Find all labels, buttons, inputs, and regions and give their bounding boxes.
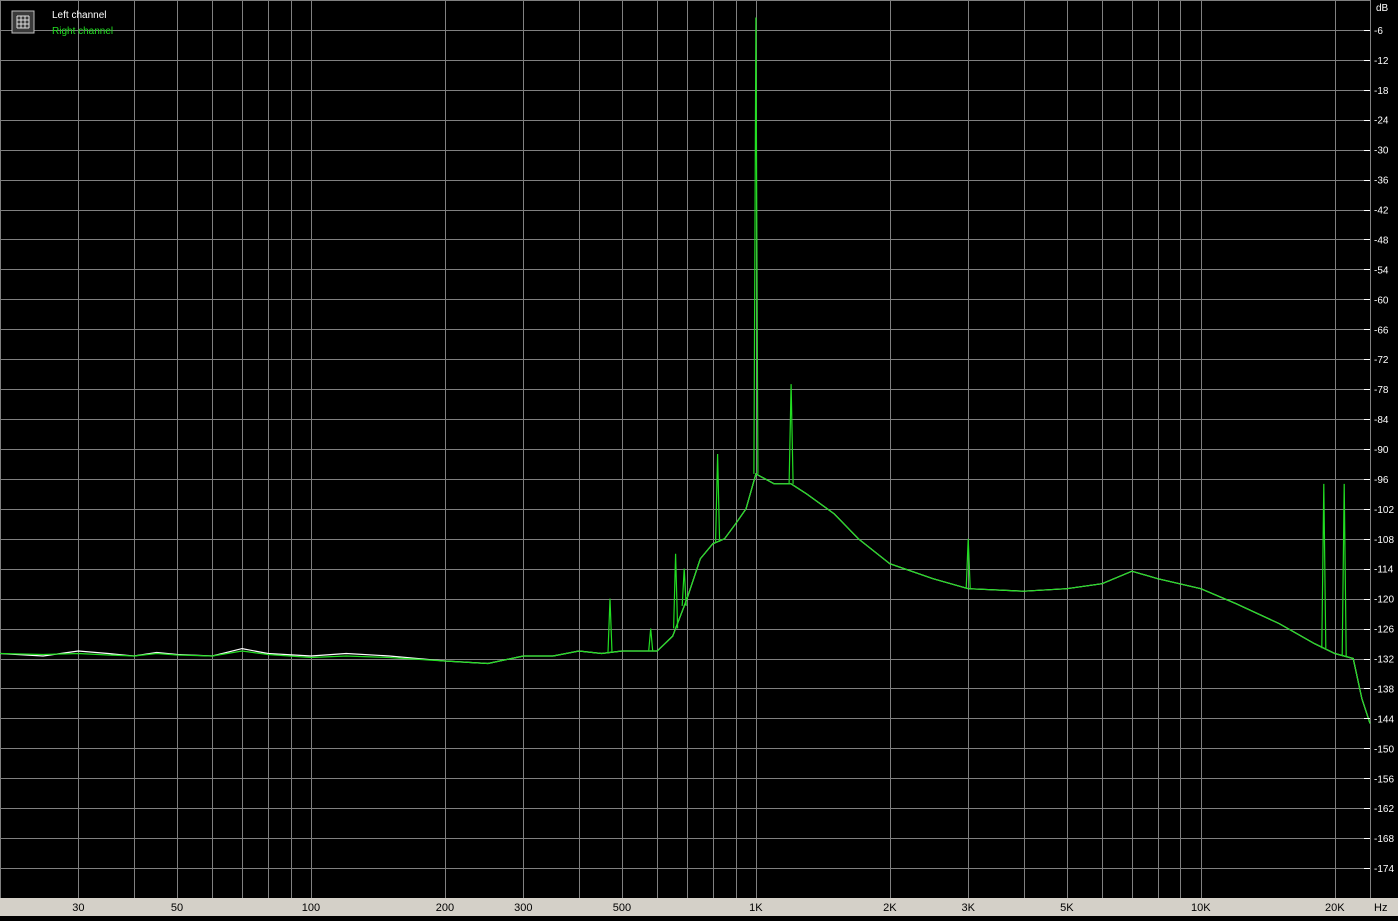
y-tick-label: -138 — [1374, 684, 1394, 695]
y-tick-label: -156 — [1374, 774, 1394, 785]
y-tick-label: -12 — [1374, 56, 1389, 67]
y-tick-label: -90 — [1374, 445, 1389, 456]
x-axis-strip — [0, 898, 1398, 916]
y-tick-label: -6 — [1374, 26, 1383, 37]
x-tick-label: 1K — [749, 902, 763, 914]
x-tick-label: 20K — [1325, 902, 1345, 914]
y-tick-label: -126 — [1374, 625, 1394, 636]
legend-left-channel-label: Left channel — [52, 10, 107, 21]
grid-icon[interactable] — [11, 10, 35, 34]
y-tick-label: -78 — [1374, 385, 1389, 396]
x-tick-label: 3K — [961, 902, 975, 914]
y-tick-label: -72 — [1374, 355, 1389, 366]
y-tick-label: -54 — [1374, 265, 1389, 276]
y-tick-label: -18 — [1374, 86, 1389, 97]
x-tick-label: 300 — [514, 902, 532, 914]
x-tick-label: 200 — [436, 902, 454, 914]
y-unit-label: dB — [1376, 3, 1389, 14]
x-tick-label: 100 — [302, 902, 320, 914]
y-tick-label: -66 — [1374, 325, 1389, 336]
x-tick-label: 10K — [1191, 902, 1211, 914]
y-tick-label: -102 — [1374, 505, 1394, 516]
spectrum-chart: -6 -12 -18 -24 -30 -36 -42 -48 -54 -60 -66 -72 -78 -8… — [0, 0, 1398, 916]
y-tick-label: -120 — [1374, 595, 1394, 606]
y-tick-label: -150 — [1374, 744, 1394, 755]
y-tick-label: -84 — [1374, 415, 1389, 426]
y-tick-label: -60 — [1374, 295, 1389, 306]
x-tick-label: 50 — [171, 902, 183, 914]
x-tick-label: 2K — [883, 902, 897, 914]
y-tick-label: -114 — [1374, 565, 1394, 576]
y-tick-label: -162 — [1374, 804, 1394, 815]
y-tick-label: -36 — [1374, 176, 1389, 187]
y-tick-label: -42 — [1374, 206, 1389, 217]
x-tick-label: 5K — [1060, 902, 1074, 914]
spectrum-analyzer-window: -6 -12 -18 -24 -30 -36 -42 -48 -54 -60 -66 -72 -78 -8… — [0, 0, 1398, 916]
legend-right-channel-label: Right channel — [52, 26, 113, 37]
y-tick-label: -168 — [1374, 834, 1394, 845]
y-tick-label: -132 — [1374, 655, 1394, 666]
y-tick-label: -108 — [1374, 535, 1394, 546]
y-tick-label: -96 — [1374, 475, 1389, 486]
x-tick-label: 500 — [613, 902, 631, 914]
y-tick-label: -48 — [1374, 235, 1389, 246]
y-tick-label: -30 — [1374, 146, 1389, 157]
y-tick-label: -174 — [1374, 864, 1394, 875]
y-tick-label: -144 — [1374, 714, 1394, 725]
x-tick-label: 30 — [72, 902, 84, 914]
x-unit-label: Hz — [1374, 902, 1387, 914]
y-tick-label: -24 — [1374, 116, 1389, 127]
